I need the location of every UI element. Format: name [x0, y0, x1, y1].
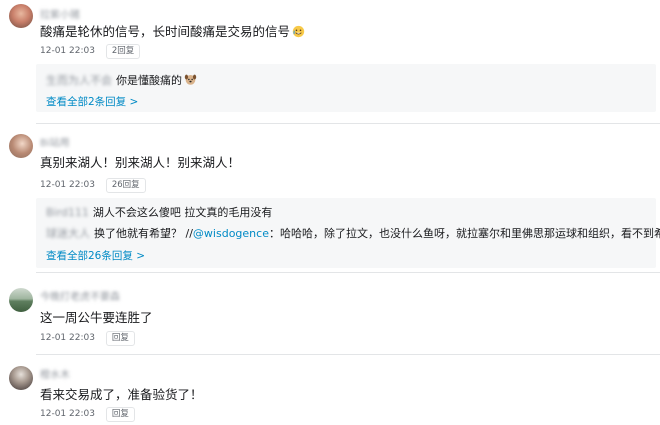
reply-item: 球迷大人 换了他就有希望？ //@wisdogence：哈哈哈，除了拉文，也没什么… — [46, 225, 660, 241]
reply-item: Bird111 湖人不会这么傻吧 拉文真的毛用没有 — [46, 204, 272, 220]
comment-time: 12-01 22:03 — [40, 180, 95, 190]
comment-text: 看来交易成了，准备验货了！ — [40, 387, 203, 402]
reply-button[interactable]: 回复 — [105, 331, 135, 346]
reply-text: ：哈哈哈，除了拉文，也没什么鱼呀，就拉塞尔和里佛思那运球和组织，看不到希望 — [268, 227, 660, 240]
comment-username[interactable]: 拉紫小猪 — [40, 6, 80, 21]
comment-username[interactable]: 今晚打老虎不要森 — [40, 288, 120, 303]
reply-box: 生而为人不会 你是懂酸痛的 查看全部2条回复 > — [36, 64, 656, 112]
dog-face-icon — [184, 74, 197, 85]
reply-text: 换了他就有希望？ // — [94, 227, 193, 240]
avatar[interactable] — [9, 134, 33, 158]
reply-text: 湖人不会这么傻吧 拉文真的毛用没有 — [92, 206, 273, 219]
comment-meta: 12-01 22:03 回复 — [40, 331, 135, 346]
avatar[interactable] — [9, 366, 33, 390]
reply-count-button[interactable]: 26回复 — [105, 178, 146, 193]
reply-username[interactable]: 生而为人不会 — [46, 72, 112, 88]
comment-username[interactable]: Bi站用 — [40, 134, 70, 149]
avatar[interactable] — [9, 288, 33, 312]
comment-text: 酸痛是轮休的信号，长时间酸痛是交易的信号 — [40, 21, 305, 40]
reply-text: 你是懂酸痛的 — [116, 74, 182, 87]
divider — [36, 354, 660, 355]
crying-laugh-icon — [292, 25, 305, 38]
comment-item: 拉紫小猪 酸痛是轮休的信号，长时间酸痛是交易的信号 12-01 22:03 2回… — [0, 0, 660, 124]
reply-username[interactable]: Bird111 — [46, 206, 89, 219]
comment-meta: 12-01 22:03 回复 — [40, 407, 135, 422]
view-all-replies-link[interactable]: 查看全部2条回复 > — [46, 94, 138, 109]
view-all-replies-link[interactable]: 查看全部26条回复 > — [46, 248, 145, 263]
avatar[interactable] — [9, 4, 33, 28]
comment-item: 今晚打老虎不要森 这一周公牛要连胜了 12-01 22:03 回复 — [0, 283, 660, 355]
comment-time: 12-01 22:03 — [40, 333, 95, 343]
reply-item: 生而为人不会 你是懂酸痛的 — [46, 72, 197, 88]
comment-text: 真别来湖人！别来湖人！别来湖人！ — [40, 155, 241, 170]
mention-link[interactable]: @wisdogence — [193, 227, 269, 240]
comment-username[interactable]: 橙水木 — [40, 366, 70, 381]
reply-button[interactable]: 回复 — [105, 407, 135, 422]
comment-text: 这一周公牛要连胜了 — [40, 310, 153, 325]
comment-meta: 12-01 22:03 26回复 — [40, 178, 146, 193]
comment-item: Bi站用 真别来湖人！别来湖人！别来湖人！ 12-01 22:03 26回复 B… — [0, 130, 660, 273]
divider — [36, 272, 660, 273]
reply-count-button[interactable]: 2回复 — [105, 44, 141, 59]
reply-box: Bird111 湖人不会这么傻吧 拉文真的毛用没有 球迷大人 换了他就有希望？ //… — [36, 198, 660, 268]
divider — [36, 123, 660, 124]
comment-item: 橙水木 看来交易成了，准备验货了！ 12-01 22:03 回复 — [0, 362, 660, 424]
reply-username[interactable]: 球迷大人 — [46, 225, 90, 241]
comment-time: 12-01 22:03 — [40, 409, 95, 419]
comment-meta: 12-01 22:03 2回复 — [40, 44, 141, 59]
comment-time: 12-01 22:03 — [40, 46, 95, 56]
comment-text-body: 酸痛是轮休的信号，长时间酸痛是交易的信号 — [40, 24, 291, 39]
